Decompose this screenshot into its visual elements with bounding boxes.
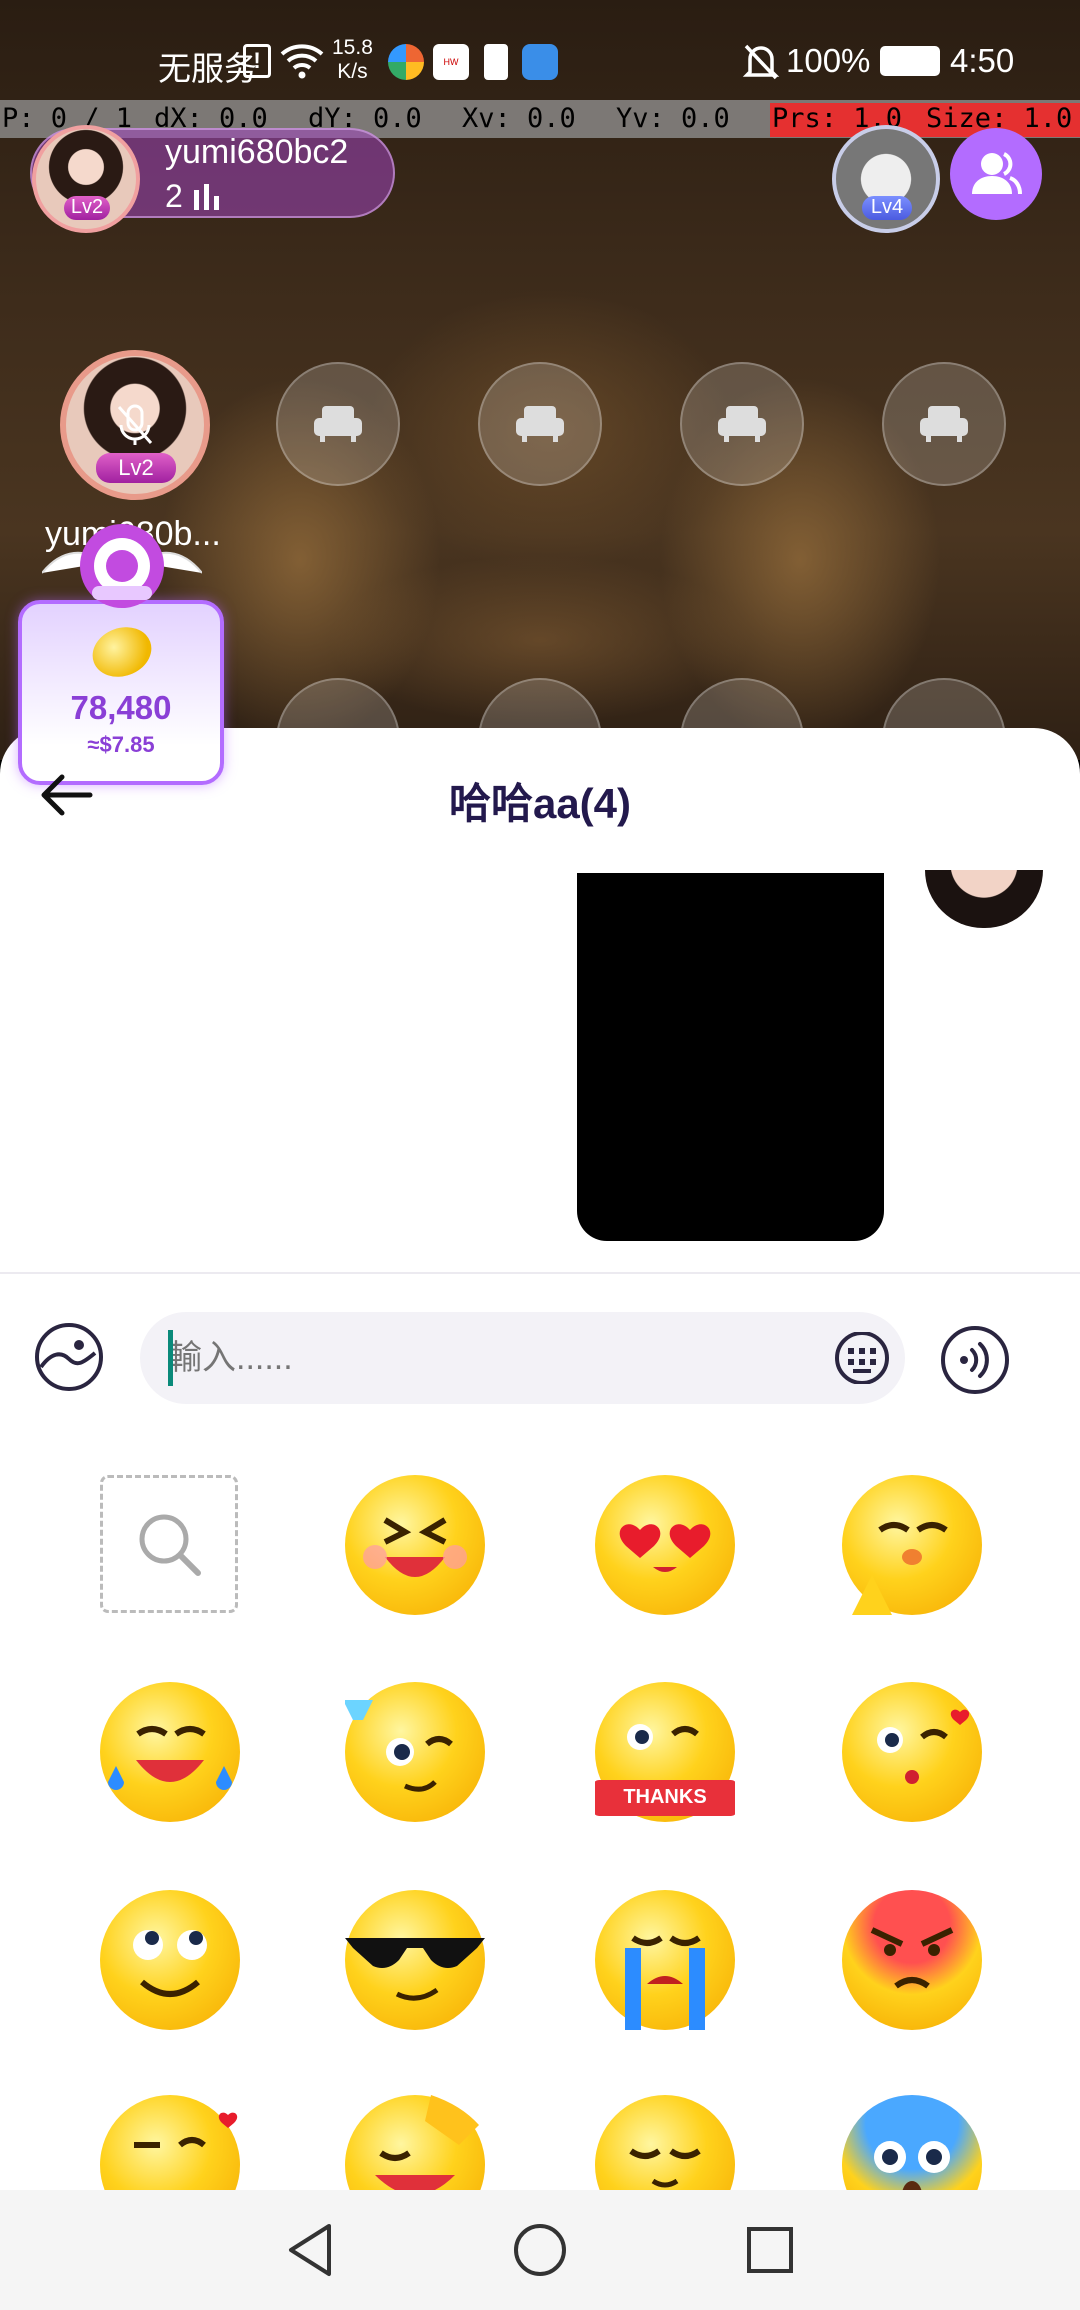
- emoji-crying[interactable]: [595, 1890, 735, 2030]
- image-picker-button[interactable]: [32, 1320, 106, 1394]
- thanks-label: THANKS: [623, 1786, 707, 1808]
- keyboard-icon: [835, 1332, 889, 1384]
- emoji-shocked[interactable]: [842, 2095, 982, 2190]
- contributor-level-badge: Lv4: [862, 196, 912, 220]
- triangle-back-icon: [289, 2224, 331, 2276]
- emoji-sunglasses[interactable]: [345, 1890, 485, 2030]
- empty-seat[interactable]: [680, 362, 804, 486]
- huawei-app-icon: HW: [433, 44, 469, 80]
- sofa-icon: [314, 406, 362, 442]
- emoji-tears-of-joy[interactable]: [100, 1682, 240, 1822]
- browser-app-icon: [388, 44, 424, 80]
- sofa-icon: [718, 406, 766, 442]
- emoji-thanks[interactable]: THANKS: [595, 1682, 735, 1822]
- emoji-laughing-squint[interactable]: [345, 1475, 485, 1615]
- image-icon: [35, 1323, 103, 1391]
- empty-seat[interactable]: [478, 362, 602, 486]
- emoji-kiss[interactable]: [842, 1682, 982, 1822]
- seat-user-level: Lv2: [96, 453, 176, 483]
- vpn-app-icon: [522, 44, 558, 80]
- emoji-shy-heart[interactable]: [100, 2095, 240, 2190]
- mute-bell-icon: [742, 42, 780, 82]
- emoji-cheers-wink[interactable]: [345, 1682, 485, 1822]
- sim-alert-icon: !: [243, 44, 271, 78]
- mascot-icon: [41, 518, 203, 613]
- square-recents-icon: [747, 2227, 793, 2273]
- coin-balance-card[interactable]: 78,480 ≈$7.85: [18, 600, 224, 785]
- divider: [0, 1272, 1080, 1274]
- members-icon: [972, 152, 1022, 195]
- battery-icon: [880, 46, 940, 76]
- net-speed: 15.8 K/s: [332, 36, 373, 84]
- video-message[interactable]: [577, 873, 884, 1241]
- system-nav-bar: [0, 2190, 1080, 2310]
- message-input-box[interactable]: [140, 1312, 905, 1404]
- battery-percent: 100%: [786, 42, 871, 79]
- emoji-heart-eyes[interactable]: [595, 1475, 735, 1615]
- sofa-icon: [920, 406, 968, 442]
- keyboard-toggle-button[interactable]: [832, 1330, 892, 1386]
- host-level-badge: Lv2: [64, 196, 110, 220]
- host-listener-count: 2: [165, 178, 226, 218]
- coin-usd: ≈$7.85: [87, 732, 155, 757]
- coin-icon: [85, 619, 159, 685]
- debug-xv: Xv: 0.0: [462, 103, 576, 134]
- emoji-relieved[interactable]: [595, 2095, 735, 2190]
- speed-unit: K/s: [337, 60, 368, 83]
- nav-home-button[interactable]: [510, 2220, 570, 2280]
- signal-bars-icon: [192, 180, 226, 218]
- emoji-search-button[interactable]: [100, 1475, 238, 1613]
- search-icon: [139, 1514, 201, 1576]
- speed-value: 15.8: [332, 36, 373, 59]
- emoji-angry[interactable]: [842, 1890, 982, 2030]
- emoji-facepalm[interactable]: [345, 2095, 485, 2190]
- nav-back-button[interactable]: [280, 2220, 340, 2280]
- text-caret: [168, 1330, 173, 1386]
- wifi-icon: [280, 42, 324, 80]
- nav-recents-button[interactable]: [740, 2220, 800, 2280]
- emoji-rolling-eyes[interactable]: [100, 1890, 240, 2030]
- voice-button[interactable]: [939, 1324, 1011, 1396]
- chat-title: 哈哈aa(4): [448, 780, 632, 827]
- host-name: yumi680bc2: [165, 133, 349, 171]
- coin-amount: 78,480: [70, 689, 172, 726]
- emoji-panel: THANKS: [0, 1450, 1080, 2190]
- circle-home-icon: [514, 2224, 566, 2276]
- storage-icon: [484, 44, 508, 80]
- status-bar: 无服务 ! 15.8 K/s HW 100% 4:50: [0, 0, 1080, 100]
- emoji-pray[interactable]: [842, 1475, 982, 1615]
- mic-muted-icon: [110, 400, 160, 450]
- debug-yv: Yv: 0.0: [616, 103, 730, 134]
- message-input[interactable]: [168, 1330, 808, 1386]
- empty-seat[interactable]: [276, 362, 400, 486]
- app-root: { "status_bar":{"carrier":"无服务","speed_v…: [0, 0, 1080, 2310]
- clock: 4:50: [950, 42, 1015, 79]
- members-button[interactable]: [950, 128, 1042, 220]
- voice-icon: [941, 1326, 1009, 1394]
- sofa-icon: [516, 406, 564, 442]
- listener-count-value: 2: [165, 178, 183, 214]
- empty-seat[interactable]: [882, 362, 1006, 486]
